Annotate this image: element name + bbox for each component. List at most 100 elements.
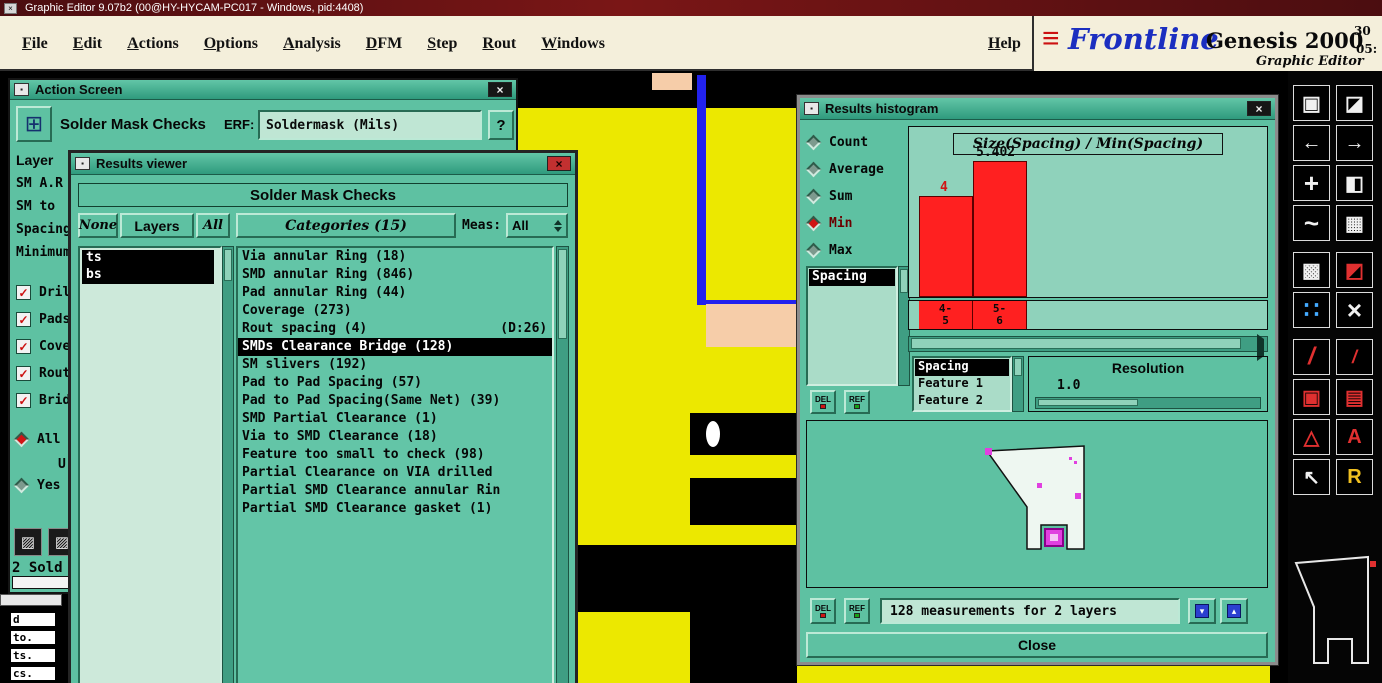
radio-max[interactable]: Max (805, 240, 852, 260)
radio-selected-icon[interactable] (13, 431, 30, 448)
triangle-tool-icon[interactable]: △ (1293, 419, 1330, 455)
swap-icon[interactable]: ◩ (1336, 252, 1373, 288)
ref-button[interactable]: REF (844, 390, 870, 414)
checkbox-row[interactable]: ✓ Cove (16, 339, 70, 354)
action-screen-titlebar[interactable]: ▪ Action Screen × (10, 80, 516, 100)
menu-dfm[interactable]: DFM (366, 35, 402, 53)
checkbox-icon[interactable]: ✓ (16, 312, 31, 327)
window-menu-icon[interactable]: ▪ (75, 157, 90, 170)
menu-file[interactable]: File (22, 35, 48, 53)
box-arrow-down-icon[interactable]: ▾ (1188, 598, 1216, 624)
shift-right-icon[interactable]: → (1336, 125, 1373, 161)
points-icon[interactable]: ∷ (1293, 292, 1330, 328)
ref-button[interactable]: REF (844, 598, 870, 624)
pad-red-icon[interactable]: ▣ (1293, 379, 1330, 415)
checkbox-row[interactable]: ✓ Rout (16, 366, 70, 381)
menu-help[interactable]: Help (988, 35, 1021, 53)
stack-icon[interactable]: ▣ (1293, 85, 1330, 121)
radio-count[interactable]: Count (805, 132, 868, 152)
radio-sum[interactable]: Sum (805, 186, 852, 206)
fill-icon[interactable]: ▩ (1293, 252, 1330, 288)
erf-input[interactable] (258, 110, 482, 140)
measure-item-selected[interactable]: Spacing (809, 269, 895, 286)
help-button[interactable]: ? (488, 110, 514, 140)
category-item[interactable]: Pad annular Ring (44) (238, 284, 552, 302)
feature-item[interactable]: Feature 2 (915, 393, 1009, 410)
window-menu-icon[interactable]: ▪ (804, 102, 819, 115)
category-item[interactable]: Via to SMD Clearance (18) (238, 428, 552, 446)
window-corner-icon[interactable]: ◪ (1336, 85, 1373, 121)
scrollbar-thumb[interactable] (1014, 358, 1022, 376)
close-icon[interactable]: × (1247, 101, 1271, 116)
text-tool-icon[interactable]: A (1336, 419, 1373, 455)
checkbox-icon[interactable]: ✓ (16, 285, 31, 300)
resolution-slider[interactable] (1035, 397, 1261, 409)
close-button[interactable]: Close (806, 632, 1268, 658)
slider-thumb[interactable] (1038, 399, 1138, 406)
radio-icon[interactable] (805, 134, 822, 150)
measurement-preview[interactable] (806, 420, 1268, 588)
half-box-icon[interactable]: ◧ (1336, 165, 1373, 201)
radio-selected-icon[interactable] (805, 215, 822, 231)
categories-list[interactable]: Via annular Ring (18) SMD annular Ring (… (236, 246, 554, 683)
category-item[interactable]: Partial SMD Clearance annular Rin (238, 482, 552, 500)
box-arrow-up-icon[interactable]: ▴ (1220, 598, 1248, 624)
category-item[interactable]: SMD Partial Clearance (1) (238, 410, 552, 428)
category-item[interactable]: SM slivers (192) (238, 356, 552, 374)
menu-actions[interactable]: Actions (127, 35, 179, 53)
close-icon[interactable]: × (488, 82, 512, 97)
all-button[interactable]: All (196, 213, 230, 238)
category-item[interactable]: Pad to Pad Spacing(Same Net) (39) (238, 392, 552, 410)
checkbox-icon[interactable]: ✓ (16, 393, 31, 408)
del-button[interactable]: DEL (810, 390, 836, 414)
pan-icon[interactable]: + (1293, 165, 1330, 201)
menu-windows[interactable]: Windows (541, 35, 605, 53)
table-icon[interactable]: ▦ (1336, 205, 1373, 241)
category-item[interactable]: Via annular Ring (18) (238, 248, 552, 266)
checkbox-row[interactable]: ✓ Dril (16, 285, 70, 300)
layer-row[interactable]: cs. (10, 666, 56, 681)
category-item-selected[interactable]: SMDs Clearance Bridge (128) (238, 338, 552, 356)
category-item[interactable]: Partial SMD Clearance gasket (1) (238, 500, 552, 518)
close-icon[interactable]: × (547, 156, 571, 171)
layer-row[interactable]: d (10, 612, 56, 627)
scrollbar-thumb[interactable] (558, 249, 567, 339)
results-viewer-titlebar[interactable]: ▪ Results viewer × (71, 153, 575, 175)
none-button[interactable]: None (78, 213, 118, 238)
measure-list[interactable]: Spacing (806, 266, 898, 386)
layer-row[interactable]: to. (10, 630, 56, 645)
feature-scrollbar[interactable] (1012, 356, 1024, 412)
window-titlebar[interactable]: × Graphic Editor 9.07b2 (00@HY-HYCAM-PC0… (0, 0, 1382, 16)
scrollbar-thumb[interactable] (911, 338, 1241, 349)
layer-item[interactable]: bs (82, 267, 214, 284)
checkbox-icon[interactable]: ✓ (16, 366, 31, 381)
rout-tool-icon[interactable]: R (1336, 459, 1373, 495)
chart-hscrollbar[interactable] (908, 334, 1268, 361)
feature-item[interactable]: Feature 1 (915, 376, 1009, 393)
categories-button[interactable]: Categories (15) (236, 213, 456, 238)
radio-icon[interactable] (805, 188, 822, 204)
menu-analysis[interactable]: Analysis (283, 35, 341, 53)
layers-scrollbar[interactable] (222, 246, 234, 683)
layer-row[interactable]: ts. (10, 648, 56, 663)
radio-icon[interactable] (13, 477, 30, 494)
categories-scrollbar[interactable] (556, 246, 569, 683)
menu-step[interactable]: Step (427, 35, 457, 53)
feature-list[interactable]: Spacing Feature 1 Feature 2 (912, 356, 1012, 412)
radio-min-selected[interactable]: Min (805, 213, 852, 233)
layer-item[interactable]: ts (82, 250, 214, 267)
status-field[interactable] (12, 576, 70, 589)
radio-all-row[interactable]: All (13, 431, 60, 448)
meas-dropdown[interactable]: All (506, 213, 568, 238)
solder-mask-checks-icon[interactable]: ⊞ (16, 106, 52, 142)
del-button[interactable]: DEL (810, 598, 836, 624)
category-item[interactable]: Pad to Pad Spacing (57) (238, 374, 552, 392)
hatch-red-icon[interactable]: ▤ (1336, 379, 1373, 415)
checkbox-icon[interactable]: ✓ (16, 339, 31, 354)
category-item[interactable]: Feature too small to check (98) (238, 446, 552, 464)
scrollbar-thumb[interactable] (224, 249, 232, 281)
menu-options[interactable]: Options (204, 35, 258, 53)
line-tool-icon[interactable]: / (1293, 339, 1330, 375)
category-item[interactable]: Coverage (273) (238, 302, 552, 320)
category-item[interactable]: Rout spacing (4) (D:26) (238, 320, 552, 338)
